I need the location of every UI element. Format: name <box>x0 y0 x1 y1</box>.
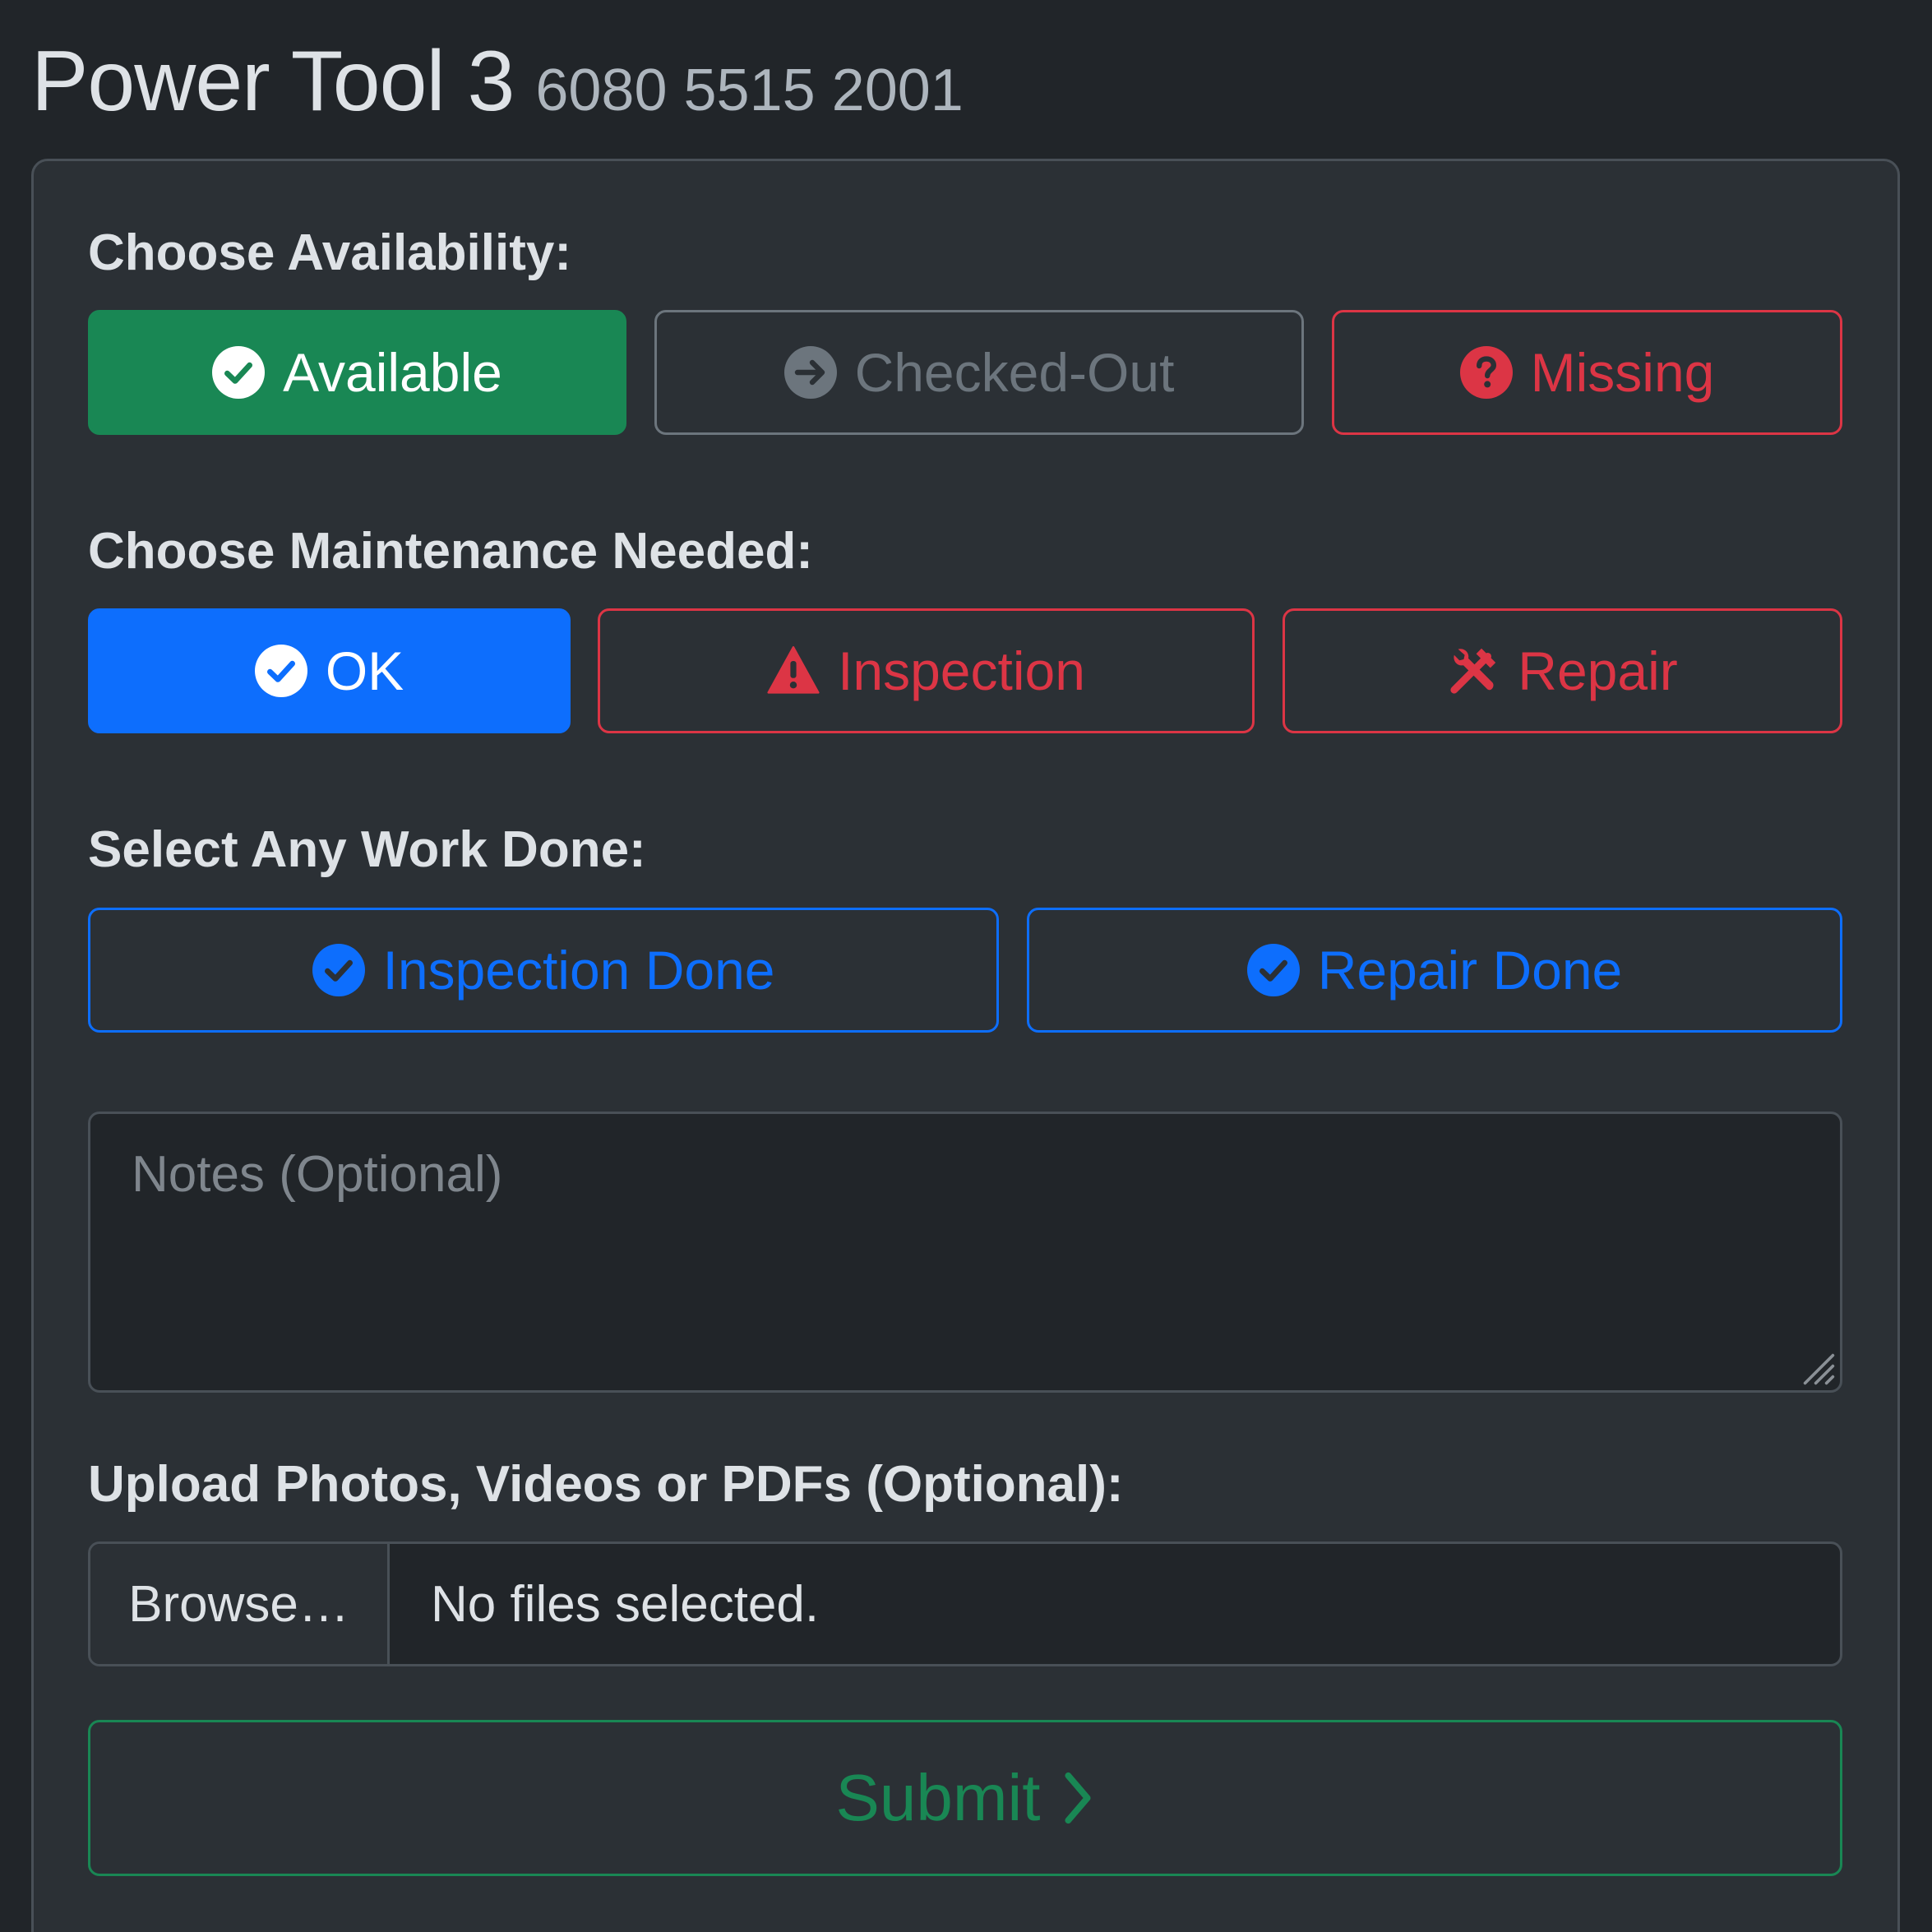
notes-textarea[interactable] <box>88 1112 1842 1393</box>
question-circle-icon <box>1459 346 1513 399</box>
page: Power Tool 3 6080 5515 2001 Choose Avail… <box>0 0 1932 1932</box>
repair-done-button[interactable]: Repair Done <box>1027 908 1842 1033</box>
check-circle-icon <box>1246 944 1300 996</box>
missing-button-label: Missing <box>1530 342 1715 403</box>
file-status-text: No files selected. <box>431 1575 820 1633</box>
availability-label: Choose Availability: <box>88 224 571 281</box>
maintenance-label: Choose Maintenance Needed: <box>88 523 813 580</box>
resize-grip-icon[interactable] <box>1792 1343 1835 1385</box>
arrow-right-circle-icon <box>783 346 837 399</box>
inspection-done-button-label: Inspection Done <box>382 940 775 1001</box>
file-upload-input[interactable]: Browse… No files selected. <box>88 1541 1842 1666</box>
chevron-right-icon <box>1061 1769 1094 1827</box>
inspection-button[interactable]: Inspection <box>598 608 1255 733</box>
check-circle-icon <box>312 944 365 996</box>
ok-button[interactable]: OK <box>88 608 571 733</box>
available-button-label: Available <box>283 342 502 403</box>
available-button[interactable]: Available <box>88 310 626 435</box>
ok-button-label: OK <box>325 640 404 701</box>
check-circle-icon <box>254 645 307 697</box>
checked-out-button-label: Checked-Out <box>854 342 1175 403</box>
page-header: Power Tool 3 6080 5515 2001 <box>31 33 964 131</box>
submit-button[interactable]: Submit <box>88 1720 1842 1876</box>
page-title: Power Tool 3 <box>31 34 515 129</box>
checked-out-button[interactable]: Checked-Out <box>654 310 1304 435</box>
check-circle-icon <box>212 346 266 399</box>
tools-icon <box>1447 645 1500 697</box>
repair-button-label: Repair <box>1518 640 1678 701</box>
inspection-button-label: Inspection <box>838 640 1085 701</box>
submit-button-label: Submit <box>835 1761 1041 1834</box>
serial-number: 6080 5515 2001 <box>535 58 964 123</box>
work-done-label: Select Any Work Done: <box>88 821 646 878</box>
upload-label: Upload Photos, Videos or PDFs (Optional)… <box>88 1456 1124 1513</box>
repair-button[interactable]: Repair <box>1283 608 1842 733</box>
inspection-done-button[interactable]: Inspection Done <box>88 908 999 1033</box>
repair-done-button-label: Repair Done <box>1317 940 1623 1001</box>
missing-button[interactable]: Missing <box>1332 310 1842 435</box>
browse-button[interactable]: Browse… <box>90 1544 390 1664</box>
warning-triangle-icon <box>767 645 820 697</box>
